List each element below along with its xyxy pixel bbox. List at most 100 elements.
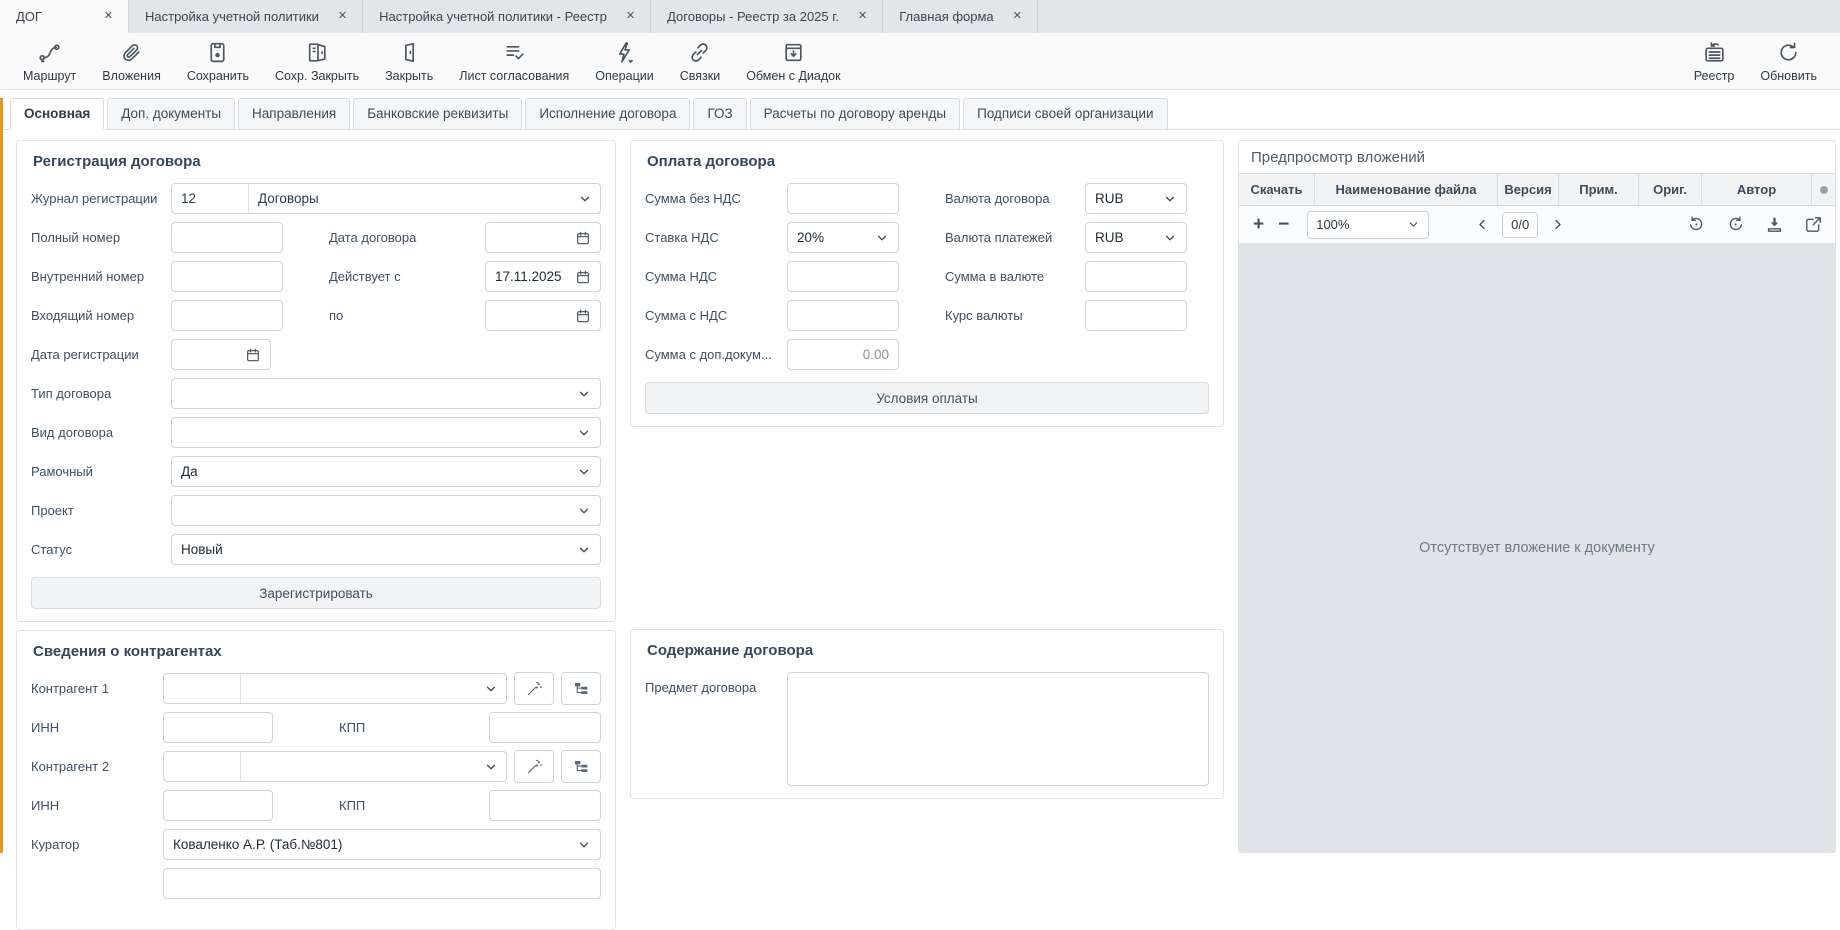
counterparty1-select[interactable] (163, 673, 507, 704)
tab-contract-execution[interactable]: Исполнение договора (525, 98, 690, 130)
close-button[interactable]: Закрыть (372, 33, 446, 89)
subject-textarea[interactable] (787, 672, 1209, 786)
operations-button[interactable]: Операции (582, 33, 666, 89)
vat-rate-select[interactable]: 20% (787, 222, 899, 253)
window-tab-contracts-registry[interactable]: Договоры - Реестр за 2025 г. ✕ (651, 0, 883, 33)
open-external-button[interactable] (1804, 215, 1823, 234)
currency-rate-input[interactable] (1085, 300, 1187, 331)
clipped-row (31, 868, 601, 899)
project-select[interactable] (171, 495, 601, 526)
registration-date-input[interactable] (171, 339, 271, 370)
tab-main[interactable]: Основная (10, 98, 104, 130)
tab-own-org-signatures[interactable]: Подписи своей организации (963, 98, 1167, 130)
column-header-original[interactable]: Ориг. (1639, 174, 1702, 205)
counterparty2-code[interactable] (164, 752, 241, 781)
field-label: Сумма с НДС (645, 308, 787, 323)
table-scrollbar[interactable] (1812, 174, 1835, 205)
full-number-input[interactable] (171, 222, 283, 253)
diadoc-exchange-button[interactable]: Обмен с Диадок (733, 33, 853, 89)
counterparty1-code[interactable] (164, 674, 241, 703)
next-page-button[interactable] (1548, 217, 1567, 232)
internal-number-input[interactable] (171, 261, 283, 292)
route-button[interactable]: Маршрут (10, 33, 89, 89)
save-close-button[interactable]: Сохр. Закрыть (262, 33, 372, 89)
counterparty2-select[interactable] (163, 751, 507, 782)
tab-bank-details[interactable]: Банковские реквизиты (353, 98, 522, 130)
contract-type-select[interactable] (171, 378, 601, 409)
payment-terms-button[interactable]: Условия оплаты (645, 382, 1209, 414)
contract-currency-select[interactable]: RUB (1085, 183, 1187, 214)
kpp2-input[interactable] (489, 790, 601, 821)
close-icon[interactable]: ✕ (855, 9, 870, 24)
column-header-filename[interactable]: Наименование файла (1315, 174, 1498, 205)
clipped-input[interactable] (163, 868, 601, 899)
calendar-icon[interactable] (245, 347, 261, 363)
field-label: ИНН (31, 798, 163, 813)
valid-from-input[interactable]: 17.11.2025 (485, 261, 601, 292)
registry-button[interactable]: Реестр (1681, 33, 1748, 89)
column-header-note[interactable]: Прим. (1559, 174, 1639, 205)
window-tab-accounting-policy-registry[interactable]: Настройка учетной политики - Реестр ✕ (363, 0, 651, 33)
section-title: Содержание договора (647, 642, 1209, 659)
registration-journal-select[interactable]: 12 Договоры (171, 183, 601, 214)
vat-amount-input[interactable] (787, 261, 899, 292)
field-label: ИНН (31, 720, 163, 735)
save-button[interactable]: Сохранить (174, 33, 262, 89)
refresh-button[interactable]: Обновить (1747, 33, 1830, 89)
inn2-input[interactable] (163, 790, 273, 821)
tab-directions[interactable]: Направления (238, 98, 350, 130)
rotate-right-button[interactable] (1726, 215, 1745, 234)
zoom-level-select[interactable]: 100% (1307, 211, 1429, 239)
close-icon[interactable]: ✕ (101, 9, 116, 24)
close-icon[interactable]: ✕ (335, 9, 350, 24)
window-tab-accounting-policy[interactable]: Настройка учетной политики ✕ (129, 0, 363, 33)
column-header-author[interactable]: Автор (1702, 174, 1812, 205)
toolbar-label: Вложения (102, 69, 161, 83)
window-tab-main-form[interactable]: Главная форма ✕ (883, 0, 1038, 33)
previous-page-button[interactable] (1473, 217, 1492, 232)
amount-with-vat-input[interactable] (787, 300, 899, 331)
zoom-out-button[interactable]: − (1276, 215, 1291, 234)
calendar-icon[interactable] (575, 308, 591, 324)
curator-select[interactable]: Коваленко А.Р. (Таб.№801) (163, 829, 601, 860)
attachments-button[interactable]: Вложения (89, 33, 174, 89)
amount-with-vat-row: Сумма с НДС Курс валюты (645, 300, 1209, 331)
window-tab-label: Главная форма (899, 9, 993, 24)
framework-select[interactable]: Да (171, 456, 601, 487)
close-icon[interactable]: ✕ (623, 9, 638, 24)
counterparty1-autofill-button[interactable] (514, 672, 554, 705)
journal-code[interactable]: 12 (172, 184, 249, 213)
contract-kind-select[interactable] (171, 417, 601, 448)
tab-lease-settlements[interactable]: Расчеты по договору аренды (750, 98, 960, 130)
scrollbar-thumb[interactable] (1820, 186, 1828, 194)
toolbar-label: Обмен с Диадок (746, 69, 840, 83)
register-button[interactable]: Зарегистрировать (31, 577, 601, 609)
contract-date-input[interactable] (485, 222, 601, 253)
amount-no-vat-input[interactable] (787, 183, 899, 214)
counterparty2-hierarchy-button[interactable] (561, 750, 601, 783)
rotate-left-button[interactable] (1687, 215, 1706, 234)
links-button[interactable]: Связки (667, 33, 733, 89)
counterparty2-autofill-button[interactable] (514, 750, 554, 783)
valid-to-input[interactable] (485, 300, 601, 331)
status-select[interactable]: Новый (171, 534, 601, 565)
tab-goz[interactable]: ГОЗ (693, 98, 746, 130)
field-label: по (329, 308, 343, 323)
amount-in-currency-input[interactable] (1085, 261, 1187, 292)
kpp1-input[interactable] (489, 712, 601, 743)
approval-sheet-button[interactable]: Лист согласования (446, 33, 582, 89)
column-header-download[interactable]: Скачать (1239, 174, 1315, 205)
close-icon[interactable]: ✕ (1010, 9, 1025, 24)
zoom-in-button[interactable]: + (1251, 215, 1266, 234)
calendar-icon[interactable] (575, 230, 591, 246)
download-attachment-button[interactable] (1765, 215, 1784, 234)
tab-additional-documents[interactable]: Доп. документы (107, 98, 235, 130)
incoming-number-input[interactable] (171, 300, 283, 331)
column-header-version[interactable]: Версия (1498, 174, 1559, 205)
calendar-icon[interactable] (575, 269, 591, 285)
counterparty1-hierarchy-button[interactable] (561, 672, 601, 705)
window-tab-dog[interactable]: ДОГ ✕ (0, 0, 129, 33)
payment-currency-select[interactable]: RUB (1085, 222, 1187, 253)
inn1-input[interactable] (163, 712, 273, 743)
select-value: RUB (1095, 230, 1124, 245)
